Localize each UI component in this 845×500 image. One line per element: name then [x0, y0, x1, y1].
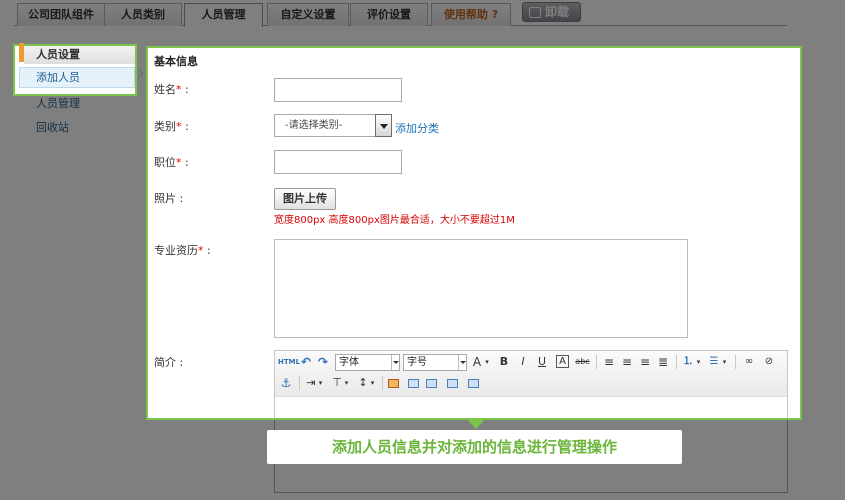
sidebar-item-add-staff[interactable]: 添加人员 — [19, 67, 135, 88]
bordered-text-button[interactable]: A — [556, 355, 569, 368]
name-input[interactable] — [274, 78, 402, 102]
chevron-down-icon[interactable]: ▾ — [695, 354, 702, 370]
colon: : — [181, 83, 189, 96]
ordered-list-icon[interactable]: ⒈ — [681, 354, 695, 370]
name-label-text: 姓名 — [154, 83, 176, 96]
category-selected-value: -请选择类别- — [285, 120, 343, 131]
add-category-link[interactable]: 添加分类 — [395, 120, 439, 136]
image-right-icon[interactable] — [426, 379, 437, 388]
sidebar-highlight: 人员设置 添加人员 — [13, 43, 137, 96]
toolbar-separator — [596, 355, 597, 369]
italic-button[interactable]: I — [517, 354, 529, 370]
chevron-down-icon[interactable]: ▾ — [369, 375, 376, 391]
font-size-select[interactable]: 字号 — [403, 354, 467, 371]
upload-image-button[interactable]: 图片上传 — [274, 188, 336, 210]
category-label-text: 类别 — [154, 120, 176, 133]
font-size-value: 字号 — [407, 357, 427, 368]
colon: : — [181, 156, 189, 169]
qualification-label: 专业资历* : — [154, 242, 211, 258]
anchor-icon[interactable]: ⚓ — [278, 375, 294, 391]
photo-size-hint: 宽度800px 高度800px图片最合适，大小不要超过1M — [274, 215, 515, 226]
add-staff-form: 基本信息 姓名* : 类别* : -请选择类别- 添加分类 职位* : 照片 :… — [146, 46, 802, 420]
underline-button[interactable]: U — [536, 354, 548, 370]
toolbar-separator — [676, 355, 677, 369]
image-left-icon[interactable] — [408, 379, 419, 388]
editor-toolbar: HTML ↶ ↷ 字体 字号 A ▾ B I U A abc ≡ ≡ ≡ ≣ ⒈… — [275, 351, 787, 397]
chevron-down-icon — [391, 355, 399, 370]
colon: : — [181, 120, 189, 133]
qualification-label-text: 专业资历 — [154, 244, 198, 257]
insert-image-icon[interactable] — [388, 379, 399, 388]
photo-label: 照片 : — [154, 192, 184, 205]
font-family-select[interactable]: 字体 — [335, 354, 400, 371]
position-label-text: 职位 — [154, 156, 176, 169]
toolbar-separator — [735, 355, 736, 369]
bold-button[interactable]: B — [498, 354, 510, 370]
rich-text-editor: HTML ↶ ↷ 字体 字号 A ▾ B I U A abc ≡ ≡ ≡ ≣ ⒈… — [274, 350, 788, 418]
paragraph-format-icon[interactable]: ⊤ — [331, 375, 343, 391]
guide-caption: 添加人员信息并对添加的信息进行管理操作 — [267, 430, 682, 464]
line-height-icon[interactable]: ↕ — [357, 375, 369, 391]
align-right-icon[interactable]: ≡ — [638, 354, 652, 370]
intro-label: 简介 : — [154, 356, 184, 369]
chevron-down-icon[interactable]: ▾ — [483, 354, 491, 370]
chevron-down-icon — [458, 355, 466, 370]
link-icon[interactable]: ∞ — [741, 354, 757, 370]
chevron-down-icon[interactable]: ▾ — [721, 354, 728, 370]
chevron-down-icon[interactable] — [375, 114, 392, 137]
undo-icon[interactable]: ↶ — [299, 354, 313, 370]
font-color-button[interactable]: A — [471, 354, 483, 370]
form-section-title: 基本信息 — [154, 55, 198, 68]
toolbar-separator — [299, 376, 300, 390]
strikethrough-button[interactable]: abc — [574, 354, 591, 370]
font-family-value: 字体 — [339, 357, 359, 368]
indent-icon[interactable]: ⇥ — [305, 375, 317, 391]
caption-pointer — [468, 420, 484, 429]
align-left-icon[interactable]: ≡ — [602, 354, 616, 370]
sidebar-section-title: 人员设置 — [24, 46, 135, 64]
name-label: 姓名* : — [154, 81, 189, 97]
html-source-button[interactable]: HTML — [278, 354, 300, 370]
toolbar-separator — [382, 376, 383, 390]
redo-icon[interactable]: ↷ — [316, 354, 330, 370]
image-center-icon[interactable] — [447, 379, 458, 388]
unordered-list-icon[interactable]: ☰ — [707, 354, 721, 370]
chevron-down-icon[interactable]: ▾ — [343, 375, 350, 391]
unlink-icon[interactable]: ⊘ — [761, 354, 777, 370]
active-marker — [19, 43, 24, 62]
qualification-textarea[interactable] — [274, 239, 688, 338]
position-input[interactable] — [274, 150, 402, 174]
align-justify-icon[interactable]: ≣ — [656, 354, 670, 370]
chevron-down-icon[interactable]: ▾ — [317, 375, 324, 391]
category-select[interactable]: -请选择类别- — [274, 114, 392, 137]
align-center-icon[interactable]: ≡ — [620, 354, 634, 370]
image-none-icon[interactable] — [468, 379, 479, 388]
category-label: 类别* : — [154, 118, 189, 134]
colon: : — [203, 244, 211, 257]
position-label: 职位* : — [154, 154, 189, 170]
